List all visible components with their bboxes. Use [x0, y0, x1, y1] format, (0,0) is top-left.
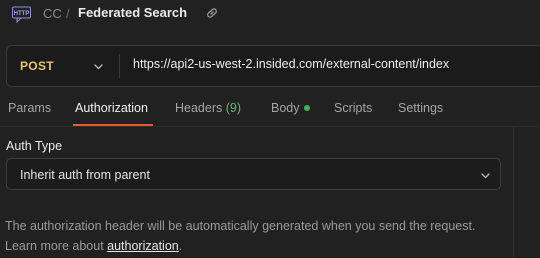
- tab-authorization[interactable]: Authorization: [75, 101, 148, 125]
- auth-description-prefix: Learn more about: [5, 239, 108, 253]
- body-modified-dot: [303, 104, 310, 111]
- breadcrumb-collection[interactable]: CC: [43, 6, 62, 21]
- chevron-down-icon: [481, 173, 490, 179]
- url-input[interactable]: [133, 57, 533, 71]
- tab-label: Scripts: [334, 101, 373, 115]
- method-divider: [119, 54, 120, 78]
- request-title[interactable]: Federated Search: [78, 5, 187, 20]
- tab-settings[interactable]: Settings: [398, 101, 443, 125]
- headers-count: (9): [225, 101, 242, 115]
- auth-description: The authorization header will be automat…: [5, 216, 510, 256]
- tab-headers[interactable]: Headers (9): [175, 101, 241, 125]
- tab-label: Headers: [175, 101, 223, 115]
- breadcrumb-separator: /: [66, 6, 70, 21]
- method-select[interactable]: POST: [7, 46, 119, 86]
- chevron-down-icon: [94, 64, 103, 70]
- tab-label: Body: [271, 101, 300, 115]
- tab-scripts[interactable]: Scripts: [334, 101, 372, 125]
- auth-type-value: Inherit auth from parent: [20, 168, 150, 182]
- auth-description-line1: The authorization header will be automat…: [5, 219, 476, 233]
- auth-description-line2: Learn more about authorization.: [5, 236, 510, 256]
- auth-type-label: Auth Type: [6, 139, 63, 153]
- request-header: HTTP CC / Federated Search: [0, 0, 540, 28]
- request-tabs: Params Authorization Headers (9) Body Sc…: [0, 97, 540, 126]
- tab-label: Settings: [398, 101, 444, 115]
- divider: [0, 126, 540, 127]
- tab-label: Authorization: [75, 101, 148, 115]
- http-badge-text: HTTP: [14, 11, 30, 17]
- tab-label: Params: [8, 101, 52, 115]
- link-icon[interactable]: [205, 6, 219, 20]
- http-request-icon: HTTP: [12, 6, 31, 23]
- method-label: POST: [20, 59, 54, 73]
- authorization-docs-link[interactable]: authorization: [107, 239, 179, 253]
- tab-params[interactable]: Params: [8, 101, 51, 125]
- auth-description-suffix: .: [178, 239, 183, 253]
- auth-type-select[interactable]: Inherit auth from parent: [6, 158, 501, 190]
- url-bar: POST: [6, 45, 540, 87]
- panel-divider[interactable]: [513, 127, 514, 258]
- tab-body[interactable]: Body: [271, 101, 310, 125]
